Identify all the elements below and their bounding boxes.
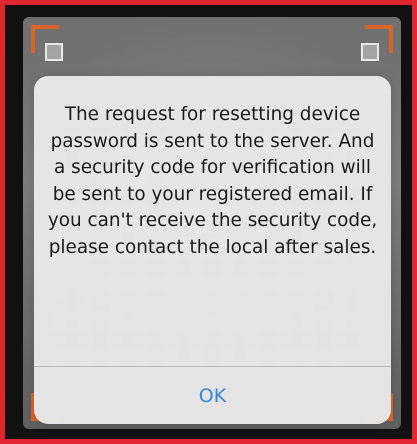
ok-button[interactable]: OK <box>34 367 391 424</box>
alert-dialog: The request for resetting device passwor… <box>34 76 391 424</box>
flash-icon[interactable] <box>361 43 379 61</box>
screenshot-frame: The request for resetting device passwor… <box>0 0 417 444</box>
gallery-icon[interactable] <box>45 43 63 61</box>
alert-message: The request for resetting device passwor… <box>47 104 378 258</box>
